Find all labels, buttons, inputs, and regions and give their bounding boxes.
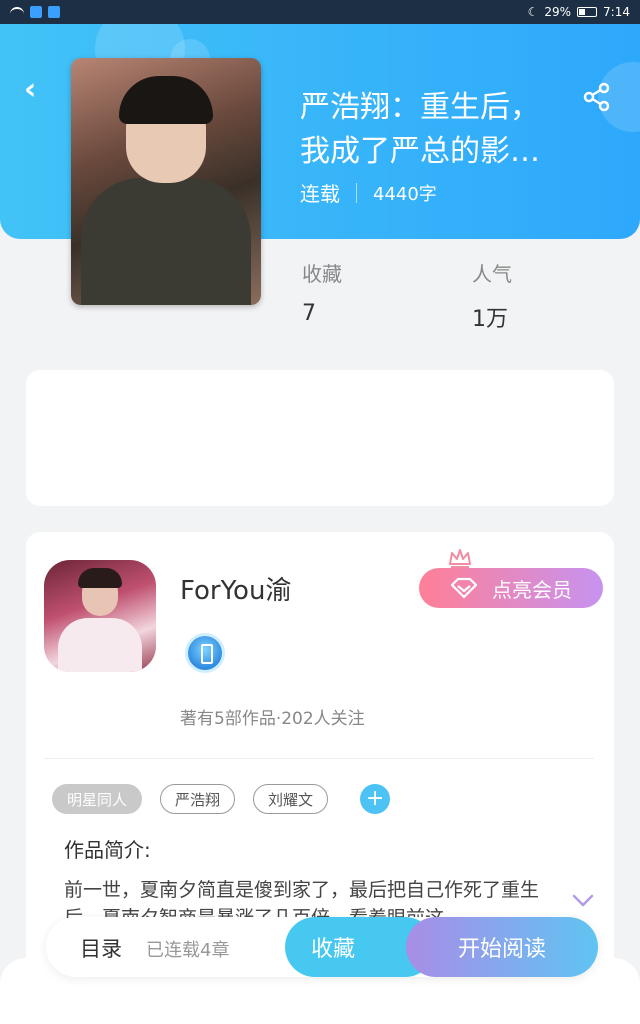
book-title: 严浩翔：重生后， 我成了严总的影…	[300, 86, 590, 174]
intro-title: 作品简介:	[64, 838, 151, 862]
location-icon	[30, 6, 42, 18]
clock: 7:14	[603, 5, 630, 19]
cover-figure-hair	[119, 76, 213, 124]
avatar-figure-body	[58, 618, 142, 672]
chapter-count: 已连载4章	[146, 940, 230, 961]
app-notification-icon	[48, 6, 60, 18]
book-title-line1: 严浩翔：重生后，	[300, 90, 540, 125]
stat-favorites: 收藏 7	[302, 258, 342, 326]
empty-card	[26, 370, 614, 506]
stat-value: 1万	[472, 307, 508, 332]
moon-icon: ☾	[527, 5, 539, 19]
tag-list: 明星同人 严浩翔 刘耀文 +	[52, 784, 391, 814]
bottom-action-bar: 目录 已连载4章 收藏 开始阅读	[46, 917, 598, 977]
book-title-line2: 我成了严总的影…	[300, 134, 540, 169]
avatar-figure-hair	[78, 568, 122, 588]
wifi-icon	[10, 7, 24, 17]
favorite-button-label: 收藏	[310, 937, 355, 962]
diamond-icon	[450, 577, 478, 599]
tag-item[interactable]: 刘耀文	[253, 784, 329, 814]
start-reading-label: 开始阅读	[457, 937, 546, 962]
battery-icon	[577, 7, 598, 17]
status-icons-right: ☾ 29% 7:14	[528, 5, 630, 19]
cover-figure-body	[81, 178, 251, 305]
book-status-row: 连载 4440字	[300, 178, 437, 207]
section-divider	[44, 758, 594, 759]
status-bar: ☾ 29% 7:14	[0, 0, 640, 24]
back-icon[interactable]: ‹	[24, 75, 48, 105]
author-meta: 著有5部作品·202人关注	[180, 709, 365, 729]
author-name[interactable]: ForYou渝	[180, 570, 291, 607]
vip-member-button[interactable]: 点亮会员	[419, 568, 603, 608]
stat-popularity: 人气 1万	[472, 258, 512, 333]
chevron-down-icon[interactable]	[572, 894, 594, 908]
stat-label: 收藏	[302, 262, 342, 286]
add-tag-button[interactable]: +	[360, 784, 391, 814]
stat-label: 人气	[472, 262, 512, 286]
battery-percent: 29%	[544, 5, 572, 19]
vip-member-label: 点亮会员	[492, 577, 572, 602]
tag-item[interactable]: 明星同人	[52, 784, 143, 814]
divider	[356, 182, 357, 203]
serial-status: 连载	[300, 182, 340, 206]
author-level-badge-icon	[188, 636, 222, 670]
crown-icon	[449, 549, 471, 568]
author-avatar[interactable]	[44, 560, 156, 672]
start-reading-button[interactable]: 开始阅读	[406, 917, 598, 977]
status-icons-left	[10, 6, 60, 18]
intro-text: 前一世，夏南夕简直是傻到家了，最后把自己作死了重生后，夏南夕智商是暴涨了几百倍，…	[64, 879, 540, 918]
toc-button[interactable]: 目录	[80, 933, 122, 963]
book-cover-image[interactable]	[71, 58, 261, 305]
word-count: 4440字	[373, 183, 437, 205]
stat-value: 7	[302, 301, 316, 326]
tag-item[interactable]: 严浩翔	[160, 784, 236, 814]
